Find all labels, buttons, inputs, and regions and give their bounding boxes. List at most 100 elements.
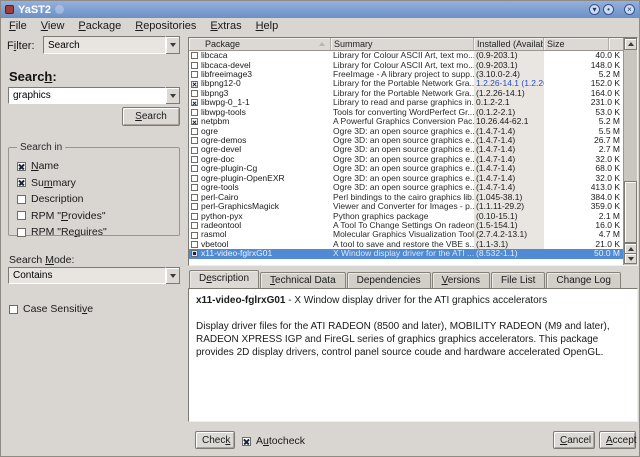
tab[interactable]: Change Log: [546, 272, 621, 289]
package-checkbox[interactable]: [191, 89, 198, 97]
package-checkbox[interactable]: [191, 137, 198, 145]
package-checkbox[interactable]: [191, 80, 198, 88]
package-checkbox[interactable]: [191, 174, 198, 182]
search-in-option[interactable]: Name: [17, 160, 173, 172]
package-checkbox[interactable]: [191, 108, 198, 116]
case-sensitive-checkbox[interactable]: [9, 304, 18, 314]
menu-item[interactable]: Extras: [210, 20, 241, 32]
table-row[interactable]: libpng12-0 Library for the Portable Netw…: [189, 79, 637, 89]
autocheck-option[interactable]: Autocheck: [242, 435, 305, 447]
scrollbar-thumb[interactable]: [624, 181, 637, 243]
cancel-button[interactable]: Cancel: [553, 431, 595, 449]
table-row[interactable]: ogre-tools Ogre 3D: an open source graph…: [189, 183, 637, 193]
table-row[interactable]: libcaca Library for Colour ASCII Art, te…: [189, 51, 637, 61]
package-checkbox[interactable]: [191, 61, 198, 69]
table-row[interactable]: libfreeimage3 FreeImage - A library proj…: [189, 69, 637, 80]
package-checkbox[interactable]: [191, 99, 198, 107]
checkbox[interactable]: [17, 161, 26, 171]
package-checkbox[interactable]: [191, 156, 198, 164]
package-checkbox[interactable]: [191, 127, 198, 135]
tab[interactable]: Technical Data: [260, 272, 346, 289]
table-row[interactable]: ogre-plugin-OpenEXR Ogre 3D: an open sou…: [189, 173, 637, 184]
table-row[interactable]: radeontool A Tool To Change Settings On …: [189, 220, 637, 231]
menu-item[interactable]: Package: [78, 20, 121, 32]
checkbox[interactable]: [17, 211, 26, 220]
column-header-size[interactable]: Size: [544, 38, 609, 50]
search-mode-dropdown-button[interactable]: [166, 267, 180, 284]
search-history-dropdown-button[interactable]: [166, 87, 180, 104]
table-row[interactable]: rasmol Molecular Graphics Visualization …: [189, 230, 637, 240]
checkbox[interactable]: [17, 178, 26, 187]
table-row[interactable]: ogre-plugin-Cg Ogre 3D: an open source g…: [189, 164, 637, 174]
vertical-scrollbar[interactable]: [623, 38, 637, 265]
package-checkbox[interactable]: [191, 222, 198, 230]
table-row[interactable]: netpbm A Powerful Graphics Conversion Pa…: [189, 117, 637, 127]
package-installed: (1.1-3.1): [474, 239, 544, 250]
menu-item[interactable]: Help: [256, 20, 279, 32]
package-checkbox[interactable]: [191, 240, 198, 248]
package-checkbox[interactable]: [191, 165, 198, 173]
package-checkbox[interactable]: [191, 52, 198, 60]
check-button[interactable]: Check: [195, 431, 235, 449]
package-checkbox[interactable]: [191, 118, 198, 126]
table-row[interactable]: libwpg-tools Tools for converting WordPe…: [189, 107, 637, 118]
maximize-button[interactable]: •: [603, 4, 614, 15]
package-checkbox[interactable]: [191, 212, 198, 220]
search-mode-combobox[interactable]: Contains: [8, 267, 180, 284]
search-in-option[interactable]: Summary: [17, 177, 173, 189]
autocheck-checkbox[interactable]: [242, 436, 251, 446]
table-row[interactable]: libcaca-devel Library for Colour ASCII A…: [189, 60, 637, 70]
search-in-option[interactable]: Description: [17, 193, 173, 205]
table-row[interactable]: perl-GraphicsMagick Viewer and Converter…: [189, 202, 637, 212]
package-checkbox[interactable]: [191, 231, 198, 239]
menu-item[interactable]: Repositories: [135, 20, 196, 32]
package-checkbox[interactable]: [191, 250, 198, 258]
column-header-summary[interactable]: Summary: [331, 38, 474, 50]
table-row[interactable]: libpng3 Library for the Portable Network…: [189, 88, 637, 99]
column-header-installed[interactable]: Installed (Available): [474, 38, 544, 50]
table-body: libcaca Library for Colour ASCII Art, te…: [189, 51, 637, 265]
table-row[interactable]: ogre-doc Ogre 3D: an open source graphic…: [189, 154, 637, 165]
scroll-down-button[interactable]: [624, 253, 637, 264]
package-installed: (0.1.2-2.1): [474, 107, 544, 118]
checkbox[interactable]: [17, 227, 26, 237]
accept-button[interactable]: Accept: [599, 431, 637, 449]
filter-combobox[interactable]: Search: [43, 36, 180, 54]
checkbox[interactable]: [17, 194, 26, 204]
case-sensitive-option[interactable]: Case Sensitive: [9, 303, 93, 315]
table-row[interactable]: ogre Ogre 3D: an open source graphics e.…: [189, 126, 637, 136]
package-checkbox[interactable]: [191, 146, 198, 154]
search-input-combo[interactable]: graphics: [8, 87, 180, 104]
minimize-button[interactable]: ▾: [589, 4, 600, 15]
menu-item[interactable]: File: [9, 20, 27, 32]
package-installed: (1.1.11-29.2): [474, 202, 544, 212]
column-header-package[interactable]: Package: [189, 38, 331, 50]
table-row[interactable]: libwpg-0_1-1 Library to read and parse g…: [189, 98, 637, 108]
package-checkbox[interactable]: [191, 184, 198, 192]
tab[interactable]: Dependencies: [346, 272, 431, 289]
tab[interactable]: Description: [189, 270, 260, 289]
checkbox-label: RPM "Requires": [31, 226, 107, 238]
filter-dropdown-button[interactable]: [166, 36, 180, 54]
table-row[interactable]: ogre-devel Ogre 3D: an open source graph…: [189, 145, 637, 155]
scroll-up-button[interactable]: [624, 38, 637, 50]
tab[interactable]: File List: [490, 272, 546, 289]
package-checkbox[interactable]: [191, 71, 198, 79]
tab[interactable]: Versions: [431, 272, 490, 289]
search-in-option[interactable]: RPM "Provides": [17, 210, 173, 222]
package-summary: Ogre 3D: an open source graphics e...: [333, 154, 474, 164]
search-button[interactable]: Search: [122, 107, 180, 126]
package-checkbox[interactable]: [191, 193, 198, 201]
table-row[interactable]: ogre-demos Ogre 3D: an open source graph…: [189, 135, 637, 146]
package-checkbox[interactable]: [191, 203, 198, 211]
menu-item[interactable]: View: [41, 20, 65, 32]
package-installed: (1.4.7-1.4): [474, 173, 544, 184]
search-in-option[interactable]: RPM "Requires": [17, 226, 173, 238]
table-row[interactable]: x11-video-fglrxG01 X Window display driv…: [189, 249, 637, 259]
titlebar[interactable]: YaST2 ▾ • ×: [1, 1, 639, 18]
search-input[interactable]: graphics: [8, 87, 166, 104]
table-row[interactable]: vbetool A tool to save and restore the V…: [189, 239, 637, 250]
close-button[interactable]: ×: [624, 4, 635, 15]
table-row[interactable]: perl-Cairo Perl bindings to the cairo gr…: [189, 192, 637, 202]
table-row[interactable]: python-pyx Python graphics package (0.10…: [189, 211, 637, 221]
